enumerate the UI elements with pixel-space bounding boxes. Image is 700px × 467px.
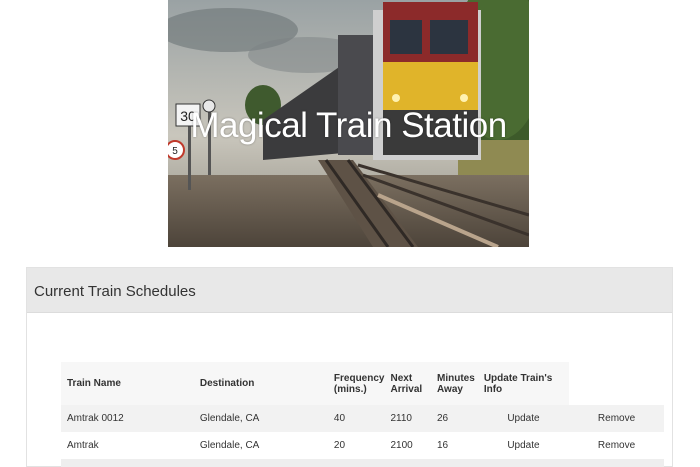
update-button[interactable]: Update (477, 432, 570, 459)
schedule-panel: Current Train Schedules Train Name Desti… (26, 267, 673, 467)
cell-destination: Glendale, CA (193, 432, 328, 459)
col-train-name: Train Name (61, 362, 194, 405)
col-next-arrival: Next Arrival (384, 362, 431, 405)
table-header-row: Train Name Destination Frequency (mins.)… (61, 362, 664, 405)
col-minutes-line1: Minutes (437, 372, 475, 384)
cell-destination: Glendale, CA (193, 405, 328, 432)
col-next-line1: Next (390, 372, 413, 384)
cell-next-arrival: 2100 (384, 432, 431, 459)
remove-button[interactable]: Remove (569, 432, 664, 459)
table-row-cutoff (61, 459, 664, 467)
cell-next-arrival: 2110 (384, 405, 431, 432)
col-next-line2: Arrival (390, 383, 423, 395)
cell-train-name: Amtrak 0012 (61, 405, 194, 432)
update-button[interactable]: Update (477, 405, 570, 432)
cell-minutes-away: 16 (431, 432, 478, 459)
col-frequency: Frequency (mins.) (327, 362, 385, 405)
col-minutes-line2: Away (437, 383, 463, 395)
circle-sign-text: 5 (172, 146, 178, 157)
col-update: Update Train's Info (477, 362, 570, 405)
table-row: Amtrak Glendale, CA 20 2100 16 Update Re… (61, 432, 664, 459)
remove-button[interactable]: Remove (569, 405, 664, 432)
site-title: Magical Train Station (190, 106, 507, 145)
col-frequency-line1: Frequency (333, 372, 385, 384)
cell-train-name: Amtrak (61, 432, 194, 459)
train-schedule-table: Train Name Destination Frequency (mins.)… (61, 362, 664, 467)
col-remove (569, 362, 664, 405)
col-destination: Destination (193, 362, 328, 405)
col-frequency-line2: (mins.) (333, 383, 367, 395)
panel-heading: Current Train Schedules (27, 268, 672, 313)
table-row: Amtrak 0012 Glendale, CA 40 2110 26 Upda… (61, 405, 664, 432)
cell-frequency: 40 (327, 405, 385, 432)
hero-banner: 30 5 Magical Train Station (168, 0, 529, 247)
table-row-partial (61, 459, 664, 467)
cell-minutes-away: 26 (431, 405, 478, 432)
col-minutes-away: Minutes Away (431, 362, 478, 405)
cell-frequency: 20 (327, 432, 385, 459)
